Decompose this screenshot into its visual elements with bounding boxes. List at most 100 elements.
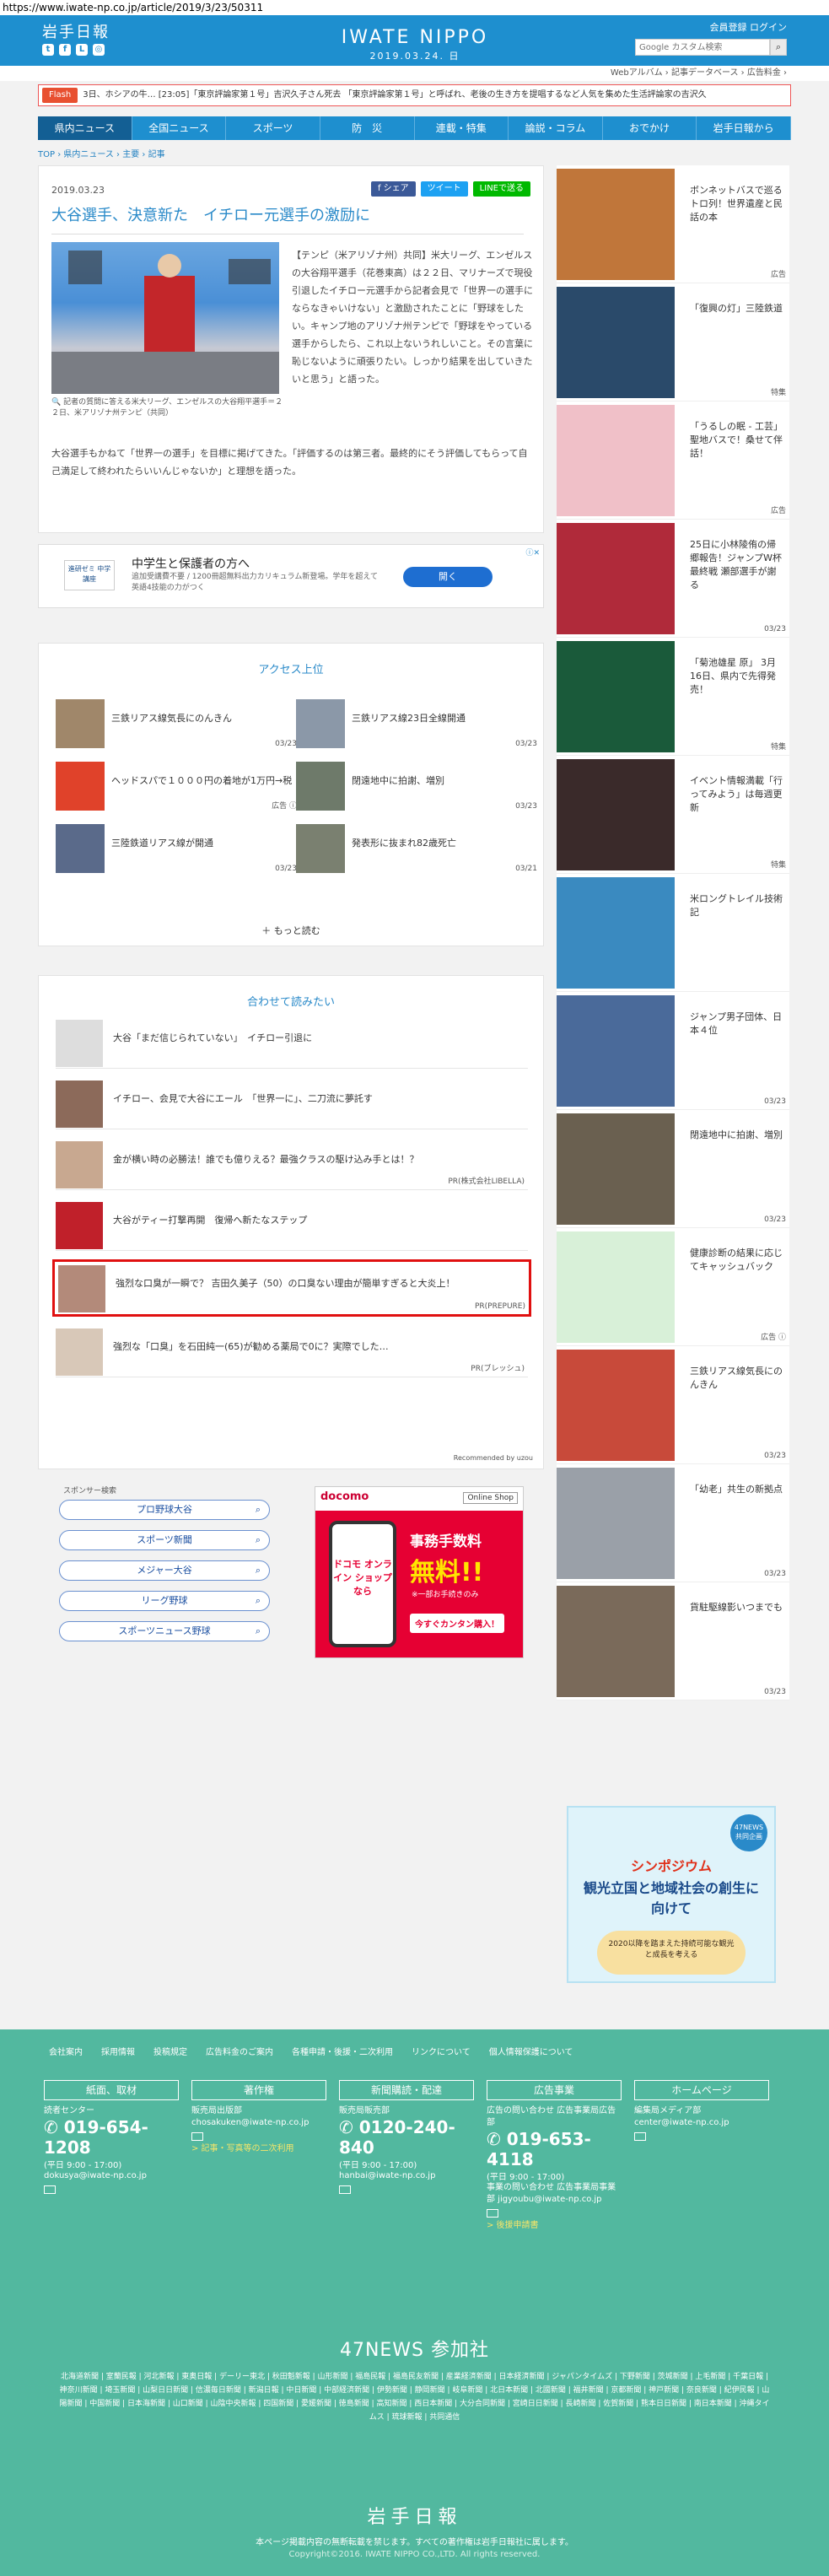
contact-hours: (平日 9:00 - 17:00): [44, 2161, 122, 2170]
flash-label: Flash: [42, 88, 78, 103]
sidebar-item-title: 閉遠地中に拍謝、増別: [690, 1129, 783, 1140]
nav-item-outing[interactable]: おでかけ: [603, 116, 697, 140]
header-date: 2019.03.24. 日: [369, 51, 460, 62]
facebook-share-button[interactable]: f シェア: [370, 181, 416, 197]
contact-email[interactable]: hanbai@iwate-np.co.jp: [339, 2170, 474, 2182]
sidebar-item[interactable]: 25日に小林陵侑の帰郷報告！ジャンプW杯最終戦 瀬部選手が謝る 03/23: [557, 520, 789, 638]
phone-number[interactable]: ✆ 019-653-4118: [487, 2129, 622, 2169]
sidebar-item-label: 03/23: [764, 1688, 786, 1696]
ranking-item[interactable]: 三鉄リアス線23日全線開通 03/23: [296, 699, 541, 750]
site-logo-english[interactable]: IWATE NIPPO: [331, 27, 499, 48]
related-item[interactable]: 大谷がティー打撃再開 復帰へ新たなステップ: [56, 1199, 528, 1251]
symposium-banner[interactable]: 47NEWS 共同企画 シンポジウム 観光立国と地域社会の創生に向けて 2020…: [567, 1806, 776, 1983]
contact-email[interactable]: center@iwate-np.co.jp: [634, 2117, 769, 2129]
mail-icon[interactable]: [634, 2132, 646, 2141]
contact-heading: 新聞購読・配達: [339, 2080, 474, 2100]
site-logo[interactable]: 岩手日報: [42, 20, 110, 42]
sidebar-item[interactable]: ジャンプ男子団体、日本４位 03/23: [557, 992, 789, 1110]
sponsored-ad[interactable]: 進研ゼミ 中学講座 中学生と保護者の方へ 追加受講費不要 / 1200冊超無料出…: [38, 544, 544, 608]
contact-email[interactable]: 事業の問い合わせ 広告事業局事業部 jigyoubu@iwate-np.co.j…: [487, 2182, 622, 2206]
ranking-item[interactable]: 三鉄リアス線気長にのんきん 03/23: [56, 699, 300, 750]
instagram-icon[interactable]: ◎: [93, 44, 105, 56]
docomo-ad[interactable]: docomo Online Shop ドコモ オンライン ショップ なら 事務手…: [315, 1486, 524, 1658]
sidebar-item[interactable]: 「うるしの眠 - 工芸」聖地バスで！桑せて伴話！ 広告: [557, 401, 789, 520]
footer-link[interactable]: 個人情報保護について: [489, 2045, 573, 2057]
footer-link[interactable]: 広告料金のご案内: [206, 2045, 273, 2057]
nav-item-features[interactable]: 連載・特集: [415, 116, 509, 140]
sidebar-item[interactable]: 閉遠地中に拍謝、増別 03/23: [557, 1110, 789, 1228]
ranking-item[interactable]: 三陸鉄道リアス線が開通 03/23: [56, 824, 300, 875]
related-item[interactable]: 強烈な「口臭」を石田純一(65)が勧める薬局で0に？実際でした… PR(ブレッシュ…: [56, 1325, 528, 1377]
mail-icon[interactable]: [339, 2185, 351, 2194]
footer-link[interactable]: 投稿規定: [153, 2045, 187, 2057]
footer-link[interactable]: 採用情報: [101, 2045, 135, 2057]
nav-item-from-iwate[interactable]: 岩手日報から: [697, 116, 791, 140]
footer-link[interactable]: リンクについて: [412, 2045, 471, 2057]
footer-link[interactable]: 各種申請・後援・二次利用: [292, 2045, 393, 2057]
sponsor-search-item[interactable]: スポーツニュース野球 ⌕: [59, 1621, 270, 1641]
nav-item-sports[interactable]: スポーツ: [226, 116, 320, 140]
utility-links[interactable]: Webアルバム › 記事データベース › 広告料金 ›: [0, 66, 829, 81]
recommended-by[interactable]: Recommended by uzou: [454, 1454, 533, 1462]
article-photo[interactable]: [51, 242, 279, 394]
contact-column: 著作権 販売局出版部 chosakuken@iwate-np.co.jp > 記…: [191, 2080, 326, 2155]
contact-email[interactable]: chosakuken@iwate-np.co.jp: [191, 2117, 326, 2129]
site-footer: 会社案内 採用情報 投稿規定 広告料金のご案内 各種申請・後援・二次利用 リンク…: [0, 2029, 829, 2576]
sponsor-search-item[interactable]: プロ野球大谷 ⌕: [59, 1500, 270, 1520]
nav-item-national[interactable]: 全国ニュース: [132, 116, 227, 140]
contact-extra-link[interactable]: > 後援申請書: [487, 2220, 622, 2232]
tweet-button[interactable]: ツイート: [420, 181, 468, 197]
ad-open-button[interactable]: 開く: [403, 567, 493, 587]
facebook-icon[interactable]: f: [59, 44, 71, 56]
search-icon[interactable]: ⌕: [770, 39, 787, 56]
sidebar-item[interactable]: イベント情報満載「行ってみよう」は毎週更新 特集: [557, 756, 789, 874]
nav-item-local[interactable]: 県内ニュース: [38, 116, 132, 140]
search-input[interactable]: [635, 39, 770, 56]
buy-now-button[interactable]: 今すぐカンタン購入！: [410, 1614, 504, 1633]
related-item[interactable]: 金が横い時の必勝法！誰でも億りえる？最強クラスの駆け込み手とは！？ PR(株式会社…: [56, 1138, 528, 1190]
adchoices-icon[interactable]: ⓘ✕: [525, 547, 540, 558]
sidebar-item[interactable]: 健康診断の結果に応じてキャッシュバック 広告 ⓘ: [557, 1228, 789, 1346]
mail-icon[interactable]: [487, 2209, 498, 2218]
ranking-item[interactable]: ヘッドスパで１０００円の着地が1万円→税 広告 ⓘ: [56, 762, 300, 812]
sidebar-item[interactable]: 「幼老」共生の新拠点 03/23: [557, 1464, 789, 1582]
ranking-item-date: 03/23: [275, 865, 297, 873]
related-item-highlighted[interactable]: 強烈な口臭が一瞬で？ 吉田久美子（50）の口臭ない理由が簡単すぎると大炎上！ PR…: [52, 1259, 531, 1317]
twitter-icon[interactable]: t: [42, 44, 54, 56]
sponsor-search-item[interactable]: メジャー大谷 ⌕: [59, 1560, 270, 1581]
sidebar-item[interactable]: 三鉄リアス線気長にのんきん 03/23: [557, 1346, 789, 1464]
ranking-item-date: 03/23: [515, 802, 537, 811]
sidebar-item[interactable]: 「菊池雄星 原」 3月16日、県内で先得発売！ 特集: [557, 638, 789, 756]
contact-name: 読者センター: [44, 2106, 94, 2115]
article-body-lead: 【テンピ（米アリゾナ州）共同】米大リーグ、エンゼルスの大谷翔平選手（花巻東高）は…: [292, 250, 533, 385]
footer-link[interactable]: 会社案内: [49, 2045, 83, 2057]
line-icon[interactable]: L: [76, 44, 88, 56]
contact-extra-link[interactable]: > 記事・写真等の二次利用: [191, 2143, 326, 2155]
contact-email[interactable]: dokusya@iwate-np.co.jp: [44, 2170, 179, 2182]
nav-item-column[interactable]: 論説・コラム: [509, 116, 603, 140]
sponsor-search-item[interactable]: リーグ野球 ⌕: [59, 1591, 270, 1611]
partner-list[interactable]: 北海道新聞 | 室蘭民報 | 河北新報 | 東奥日報 | デーリー東北 | 秋田…: [59, 2370, 770, 2424]
mail-icon[interactable]: [191, 2132, 203, 2141]
related-item[interactable]: 大谷「まだ信じられていない」 イチロー引退に: [56, 1016, 528, 1069]
footer-logo[interactable]: 岩手日報: [0, 2502, 829, 2529]
flash-ticker[interactable]: Flash 3日、ホシアの牛… [23:05]「東京評論家第１号」吉沢久子さん死去…: [38, 84, 791, 106]
url-bar[interactable]: https://www.iwate-np.co.jp/article/2019/…: [0, 0, 829, 15]
nav-item-disaster[interactable]: 防 災: [320, 116, 415, 140]
ranking-item[interactable]: 閉遠地中に拍謝、増別 03/23: [296, 762, 541, 812]
mail-icon[interactable]: [44, 2185, 56, 2194]
sidebar-item[interactable]: 「復興の灯」三陸鉄道 特集: [557, 283, 789, 401]
sponsor-search-item[interactable]: スポーツ新聞 ⌕: [59, 1530, 270, 1550]
more-button[interactable]: ＋ もっと読む: [39, 924, 543, 937]
access-ranking: アクセス上位 三鉄リアス線気長にのんきん 03/23 三鉄リアス線23日全線開通 0…: [38, 643, 544, 946]
line-share-button[interactable]: LINEで送る: [472, 181, 530, 197]
phone-number[interactable]: ✆ 0120-240-840: [339, 2117, 474, 2158]
related-item[interactable]: イチロー、会見で大谷にエール 「世界一に」、二刀流に夢託す: [56, 1077, 528, 1129]
member-links[interactable]: 会員登録 ログイン: [710, 20, 788, 34]
ranking-item[interactable]: 発表形に抜まれ82歳死亡 03/21: [296, 824, 541, 875]
phone-number[interactable]: ✆ 019-654-1208: [44, 2117, 179, 2158]
breadcrumb[interactable]: TOP › 県内ニュース › 主要 › 記事: [38, 147, 165, 159]
sidebar-item[interactable]: 貨駐駆線影いつまでも 03/23: [557, 1582, 789, 1700]
sidebar-item[interactable]: ボンネットバスで巡るトロ列！世界遺産と民話の本 広告: [557, 165, 789, 283]
sidebar-item[interactable]: 米ロングトレイル技術記: [557, 874, 789, 992]
